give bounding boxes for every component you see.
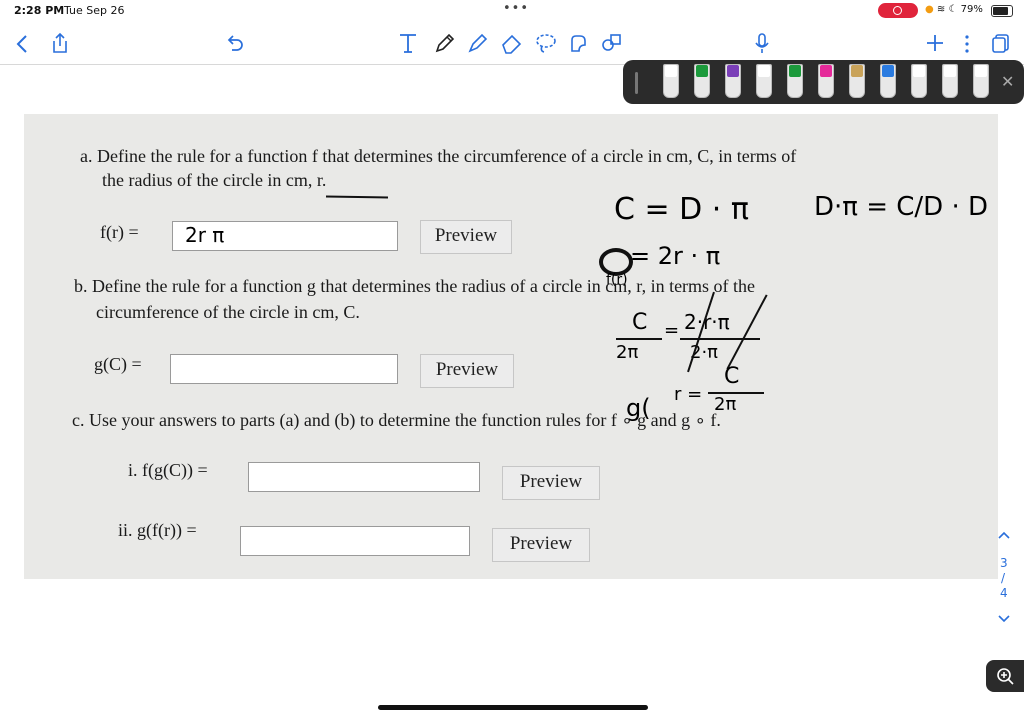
preview-button-cii[interactable]: Preview <box>492 528 590 562</box>
shapes-icon[interactable] <box>600 32 624 54</box>
battery-percent: 79% <box>960 4 983 15</box>
handwritten-eq-2r-pi: = 2r · π <box>630 242 721 270</box>
status-indicators: ● ≋ ☾ 79% <box>925 4 983 15</box>
handwritten-underline <box>325 195 389 199</box>
part-b-text-line1: b. Define the rule for a function g that… <box>74 276 756 296</box>
part-c-text: c. Use your answers to parts (a) and (b)… <box>72 410 721 430</box>
pen-swatch[interactable] <box>756 64 772 98</box>
share-icon[interactable] <box>50 32 70 54</box>
eraser-icon[interactable] <box>500 32 524 54</box>
pen-tip-color <box>882 65 894 77</box>
pen-swatch[interactable] <box>973 64 989 98</box>
document-photo: a. Define the rule for a function f that… <box>24 114 998 579</box>
handwritten-fraction-left-den: 2π <box>616 342 639 363</box>
status-date: Tue Sep 26 <box>64 4 125 17</box>
preview-button-a[interactable]: Preview <box>420 220 512 254</box>
pen-icon[interactable] <box>434 32 456 54</box>
palette-handle[interactable] <box>635 72 638 94</box>
pen-swatch[interactable] <box>911 64 927 98</box>
handwritten-eq-rearrange: D·π = C/D · D <box>814 192 989 222</box>
pen-tip-color <box>789 65 801 77</box>
handwritten-result-num: C <box>724 364 740 389</box>
pen-swatch[interactable] <box>880 64 896 98</box>
add-page-icon[interactable] <box>926 34 944 52</box>
multitasking-dots-icon[interactable]: ••• <box>503 1 529 16</box>
handwritten-eq-circumference: C = D · π <box>614 192 749 227</box>
fraction-bar-right <box>680 338 760 340</box>
g-of-f-label: ii. g(f(r)) = <box>118 520 197 540</box>
f-of-g-label: i. f(g(C)) = <box>128 460 208 480</box>
page-current: 3 <box>1000 556 1008 570</box>
pen-tip-color <box>975 65 987 77</box>
pen-swatch[interactable] <box>663 64 679 98</box>
wifi-icon: ≋ <box>936 4 946 15</box>
pen-tip-color <box>758 65 770 77</box>
handwritten-r-equals: r = <box>674 384 703 405</box>
page-down-icon[interactable] <box>997 614 1011 624</box>
toolbar <box>0 24 1024 64</box>
cancel-stroke-2 <box>726 294 768 370</box>
highlighter-icon[interactable] <box>467 32 489 54</box>
f-of-r-handwritten-value: 2r π <box>185 223 225 247</box>
g-of-f-input[interactable] <box>240 526 470 556</box>
fraction-bar-left <box>616 338 662 340</box>
screen-recording-icon[interactable] <box>878 3 918 18</box>
zoom-in-icon <box>997 668 1014 685</box>
part-b-text-line2: circumference of the circle in cm, C. <box>96 302 360 322</box>
pen-tip-color <box>727 65 739 77</box>
status-bar: 2:28 PM Tue Sep 26 ••• ● ≋ ☾ 79% <box>0 0 1024 22</box>
handwritten-f-of-r: f(r) <box>606 272 628 288</box>
page-up-icon[interactable] <box>997 530 1011 540</box>
pen-tip-color <box>913 65 925 77</box>
pen-swatch[interactable] <box>942 64 958 98</box>
g-of-c-input[interactable] <box>170 354 398 384</box>
pen-tip-color <box>820 65 832 77</box>
pen-swatch[interactable] <box>787 64 803 98</box>
pen-swatch[interactable] <box>694 64 710 98</box>
text-tool-icon[interactable] <box>398 32 418 54</box>
pen-swatch[interactable] <box>818 64 834 98</box>
zoom-button[interactable] <box>986 660 1024 692</box>
handwritten-result-den: 2π <box>714 394 737 415</box>
pen-tip-color <box>665 65 677 77</box>
part-a-text-line2: the radius of the circle in cm, r. <box>102 170 327 190</box>
part-a-text-line1: a. Define the rule for a function f that… <box>80 146 797 166</box>
preview-button-ci[interactable]: Preview <box>502 466 600 500</box>
more-icon[interactable] <box>963 34 971 54</box>
pen-color-palette <box>623 60 1024 104</box>
pen-tip-color <box>851 65 863 77</box>
pen-tip-color <box>696 65 708 77</box>
moon-icon: ☾ <box>948 4 958 15</box>
back-icon[interactable] <box>14 34 30 54</box>
f-of-r-label: f(r) = <box>100 222 139 242</box>
page-total: 4 <box>1000 586 1008 600</box>
pen-swatch[interactable] <box>725 64 741 98</box>
preview-button-b[interactable]: Preview <box>420 354 514 388</box>
battery-icon <box>991 5 1013 17</box>
microphone-icon[interactable] <box>754 32 770 56</box>
g-of-c-label: g(C) = <box>94 354 142 374</box>
undo-icon[interactable] <box>225 34 245 52</box>
handwritten-g-prefix: g( <box>626 394 651 422</box>
home-indicator[interactable] <box>378 705 648 710</box>
pen-tip-color <box>944 65 956 77</box>
page-separator: / <box>1001 571 1006 585</box>
f-of-g-input[interactable] <box>248 462 480 492</box>
f-of-r-input[interactable]: 2r π <box>172 221 398 251</box>
handwritten-fraction-left-num: C <box>632 310 648 335</box>
sticker-icon[interactable] <box>567 32 591 54</box>
pen-swatch[interactable] <box>849 64 865 98</box>
lasso-icon[interactable] <box>534 32 558 54</box>
orange-dot-icon: ● <box>925 4 934 15</box>
close-palette-icon[interactable]: ✕ <box>1001 72 1014 91</box>
status-time: 2:28 PM <box>14 4 65 17</box>
pages-icon[interactable] <box>992 33 1010 53</box>
